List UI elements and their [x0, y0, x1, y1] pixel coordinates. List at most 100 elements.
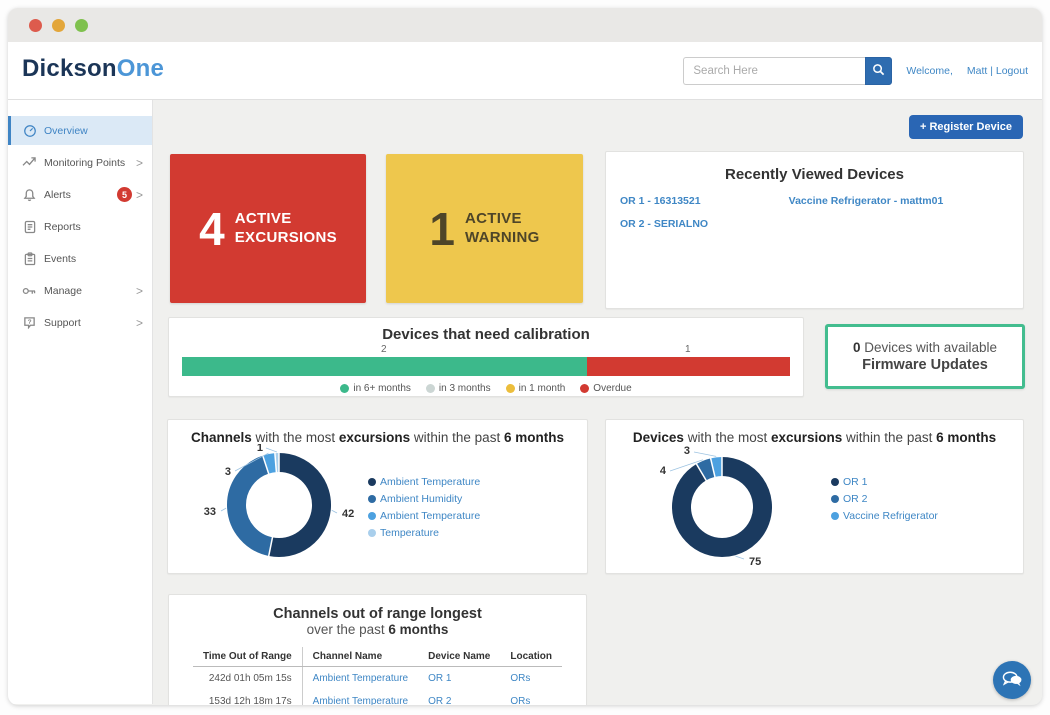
- recent-device-link[interactable]: OR 2 - SERIALNO: [620, 218, 708, 230]
- dashboard-main: + Register Device 4 ACTIVE EXCURSIONS 1 …: [153, 100, 1042, 704]
- sidebar-item-label: Support: [44, 317, 81, 329]
- legend-item[interactable]: OR 2: [831, 493, 938, 505]
- sidebar-item-support[interactable]: ? Support >: [8, 308, 152, 337]
- active-warning-label: ACTIVE WARNING: [465, 210, 540, 248]
- alerts-count-badge: 5: [117, 187, 132, 202]
- search-button[interactable]: [865, 57, 892, 85]
- sidebar-item-manage[interactable]: Manage >: [8, 276, 152, 305]
- recently-viewed-title: Recently Viewed Devices: [606, 166, 1023, 183]
- user-name-link[interactable]: Matt: [967, 65, 987, 77]
- donut-slice: [713, 467, 722, 468]
- window-close-button[interactable]: [29, 19, 42, 32]
- legend-dot: [831, 512, 839, 520]
- window-titlebar: [8, 8, 1042, 42]
- welcome-label: Welcome,: [906, 65, 953, 77]
- column-header: Location: [500, 647, 562, 667]
- table-row: 153d 12h 18m 17s Ambient Temperature OR …: [193, 690, 562, 705]
- app-header: DicksonOne Welcome, Matt | Logout: [8, 42, 1042, 100]
- sidebar-item-events[interactable]: Events: [8, 244, 152, 273]
- search-input[interactable]: [683, 57, 865, 85]
- channels-chart-title: Channels with the most excursions within…: [168, 430, 587, 445]
- legend-dot: [368, 495, 376, 503]
- dicksonone-logo[interactable]: DicksonOne: [22, 55, 164, 83]
- chevron-right-icon: >: [136, 316, 143, 330]
- legend-item[interactable]: Ambient Temperature: [368, 510, 480, 522]
- logout-link[interactable]: Logout: [996, 65, 1028, 77]
- bell-icon: [22, 187, 37, 202]
- legend-item[interactable]: Vaccine Refrigerator: [831, 510, 938, 522]
- active-warning-count: 1: [429, 206, 455, 252]
- sidebar-item-label: Overview: [44, 125, 88, 137]
- user-logout-links: Matt | Logout: [967, 65, 1028, 77]
- donut-slice: [266, 463, 276, 465]
- legend-item[interactable]: OR 1: [831, 476, 938, 488]
- donut-value-label: 1: [257, 444, 263, 454]
- sidebar-item-monitoring-points[interactable]: Monitoring Points >: [8, 148, 152, 177]
- table-header-row: Time Out of Range Channel Name Device Na…: [193, 647, 562, 667]
- channels-excursions-panel: Channels with the most excursions within…: [167, 419, 588, 574]
- legend-dot: [831, 478, 839, 486]
- calibration-stacked-bar: [182, 357, 790, 376]
- legend-item[interactable]: Ambient Humidity: [368, 493, 480, 505]
- legend-dot: [368, 512, 376, 520]
- legend-item[interactable]: Ambient Temperature: [368, 476, 480, 488]
- channels-donut-chart: 423331: [168, 444, 388, 574]
- sidebar-item-label: Reports: [44, 221, 81, 233]
- legend-dot-green: [340, 384, 349, 393]
- donut-value-label: 42: [342, 508, 354, 520]
- donut-slice: [701, 468, 712, 473]
- legend-dot-yellow: [506, 384, 515, 393]
- calibration-bar-segment: [182, 357, 587, 376]
- support-icon: ?: [22, 315, 37, 330]
- legend-item: Overdue: [580, 383, 631, 394]
- device-name-link[interactable]: OR 1: [418, 667, 500, 691]
- sidebar-item-label: Events: [44, 253, 76, 265]
- donut-value-label: 33: [204, 506, 216, 518]
- out-of-range-subtitle: over the past 6 months: [169, 622, 586, 637]
- active-excursions-label: ACTIVE EXCURSIONS: [235, 210, 337, 248]
- live-chat-button[interactable]: [993, 661, 1031, 699]
- sidebar-item-reports[interactable]: Reports: [8, 212, 152, 241]
- location-link[interactable]: ORs: [500, 690, 562, 705]
- sidebar-item-label: Alerts: [44, 189, 71, 201]
- channel-name-link[interactable]: Ambient Temperature: [302, 690, 418, 705]
- firmware-updates-box[interactable]: 0 Devices with available Firmware Update…: [825, 324, 1025, 389]
- donut-slice: [271, 463, 322, 548]
- donut-value-label: 4: [660, 465, 667, 477]
- channel-name-link[interactable]: Ambient Temperature: [302, 667, 418, 691]
- window-zoom-button[interactable]: [75, 19, 88, 32]
- svg-text:?: ?: [28, 320, 31, 326]
- chevron-right-icon: >: [136, 284, 143, 298]
- table-row: 242d 01h 05m 15s Ambient Temperature OR …: [193, 667, 562, 691]
- logo-accent-text: One: [117, 55, 164, 82]
- sidebar-item-overview[interactable]: Overview: [8, 116, 152, 145]
- sidebar-item-label: Manage: [44, 285, 82, 297]
- active-excursions-card[interactable]: 4 ACTIVE EXCURSIONS: [170, 154, 366, 303]
- sidebar-nav: Overview Monitoring Points > Alerts 5 >: [8, 100, 153, 704]
- legend-item[interactable]: Temperature: [368, 527, 480, 539]
- column-header: Channel Name: [302, 647, 418, 667]
- device-name-link[interactable]: OR 2: [418, 690, 500, 705]
- firmware-line1: 0 Devices with available: [853, 340, 997, 355]
- out-of-range-table: Time Out of Range Channel Name Device Na…: [193, 647, 562, 705]
- recent-device-link[interactable]: Vaccine Refrigerator - mattm01: [716, 195, 1016, 207]
- recent-device-link[interactable]: OR 1 - 16313521: [620, 195, 701, 207]
- clipboard-icon: [22, 251, 37, 266]
- active-excursions-count: 4: [199, 206, 225, 252]
- window-minimize-button[interactable]: [52, 19, 65, 32]
- register-device-button[interactable]: + Register Device: [909, 115, 1023, 139]
- recently-viewed-panel: Recently Viewed Devices OR 1 - 16313521 …: [605, 151, 1024, 309]
- column-header: Device Name: [418, 647, 500, 667]
- donut-value-label: 3: [684, 445, 690, 457]
- location-link[interactable]: ORs: [500, 667, 562, 691]
- sidebar-item-alerts[interactable]: Alerts 5 >: [8, 180, 152, 209]
- calibration-segment-value: 2: [182, 344, 585, 357]
- active-warning-card[interactable]: 1 ACTIVE WARNING: [386, 154, 583, 303]
- search-bar: [683, 57, 892, 85]
- column-header: Time Out of Range: [193, 647, 302, 667]
- firmware-line2: Firmware Updates: [862, 357, 988, 373]
- channels-legend: Ambient Temperature Ambient Humidity Amb…: [368, 476, 480, 544]
- legend-dot: [368, 529, 376, 537]
- time-out-of-range-cell: 242d 01h 05m 15s: [193, 667, 302, 691]
- logo-primary-text: Dickson: [22, 55, 117, 82]
